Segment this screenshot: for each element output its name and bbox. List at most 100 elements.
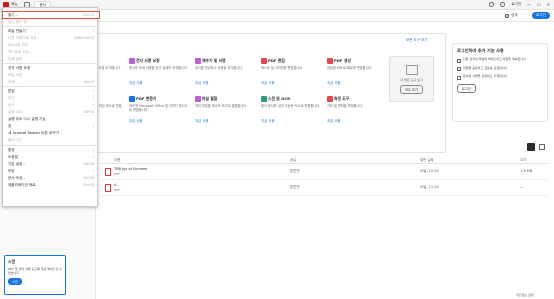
convert-pdf-icon bbox=[129, 96, 135, 102]
menu-item-label: 실행 취소 다시 실행 기능 bbox=[8, 116, 46, 121]
benefit-item: 파일을 공유하고 검토를 요청합니다. bbox=[457, 65, 543, 71]
notifications-icon[interactable] bbox=[500, 2, 506, 7]
tool-use-link[interactable]: 지금 사용 bbox=[195, 118, 255, 123]
menu-item-label: 창 bbox=[8, 123, 12, 128]
menu-item-edit[interactable]: 편집 › bbox=[3, 88, 99, 94]
signin-button[interactable]: 로그인 bbox=[532, 12, 550, 19]
menu-item-exit[interactable]: 애플리케이션 종료 Ctrl+Q bbox=[3, 182, 99, 188]
scan-card-button[interactable]: 스캔 bbox=[8, 278, 22, 285]
menu-item-environment[interactable]: 환경 › bbox=[3, 147, 99, 153]
menu-item-save-word[interactable]: Word로 저장 bbox=[3, 42, 99, 48]
help-icon[interactable] bbox=[489, 2, 495, 7]
tool-card[interactable]: 파일 결합 여러 파일을 하나의 PDF로 결합합니다. 지금 사용 bbox=[195, 96, 255, 136]
menu-item-label: 보호 bbox=[8, 168, 15, 173]
menu-item-print-prep[interactable]: 인쇄 준비 bbox=[3, 56, 99, 62]
menu-item-label: 문서 속성... bbox=[8, 175, 26, 180]
close-button[interactable]: ✕ bbox=[547, 2, 550, 7]
menu-item-plugins[interactable]: 플러그인 bbox=[3, 137, 99, 143]
tool-use-link[interactable]: 지금 사용 bbox=[261, 118, 321, 123]
request-signature-icon bbox=[129, 58, 135, 64]
menu-item-open[interactable]: 열기... Ctrl+O bbox=[2, 11, 100, 19]
menu-item-save-as[interactable]: 다른 이름으로 저장... Shift+Ctrl+S bbox=[3, 35, 99, 41]
tool-name: 전자 서명 요청 bbox=[136, 58, 160, 63]
menu-item-label: 전자 서명 요청 bbox=[8, 65, 31, 70]
file-name: A bbox=[114, 183, 117, 187]
menu-item-label: 새 Acrobat Reader 버튼 바꾸기 bbox=[8, 130, 59, 135]
list-view-icon[interactable] bbox=[527, 143, 535, 151]
menu-item-new-reader[interactable]: 새 Acrobat Reader 버튼 바꾸기 bbox=[3, 130, 99, 136]
menu-item-save-text[interactable]: 텍스트로 저장... bbox=[3, 49, 99, 55]
tool-use-link[interactable]: 지금 사용 bbox=[129, 80, 189, 85]
menu-item-protection[interactable]: 보호 › bbox=[3, 168, 99, 174]
column-header-name[interactable]: 이름 bbox=[114, 157, 120, 162]
menu-item-label: 파일 만들기 bbox=[8, 28, 26, 33]
scan-promo-card: 스캔 PDF 및 전자 서명 도구에 무료 액세스할 수 있습니다. 스캔 bbox=[4, 255, 66, 295]
menu-item-help[interactable]: 도움말 › bbox=[3, 154, 99, 160]
chevron-right-icon: › bbox=[92, 29, 94, 33]
menu-item-undo-redo[interactable]: 실행 취소 다시 실행 기능 bbox=[3, 116, 99, 122]
menu-item-protect[interactable]: 파일 보호 bbox=[3, 72, 99, 78]
column-header-opened[interactable]: 열린 날짜 bbox=[420, 157, 434, 162]
recommended-tools-panel: 권장 도구 모든 도구 보기 주석 추가 메모, 강조 표시 및 기타 주석을 … bbox=[58, 33, 446, 153]
promo-button[interactable]: 모두 보기 bbox=[400, 84, 423, 94]
tool-name: 파일 결합 bbox=[202, 96, 218, 101]
app-dropdown-menu: 열기... Ctrl+O 다시 열기 탭 파일 만들기 › 다른 이름으로 저장… bbox=[2, 7, 100, 207]
menu-item-undo[interactable]: 실행 취소 Ctrl+Z bbox=[3, 109, 99, 115]
table-row[interactable]: A PDF 본인만 오늘, 11:24 — bbox=[100, 181, 548, 196]
file-sharing: 본인만 bbox=[290, 169, 300, 173]
column-header-size[interactable]: 크기 bbox=[520, 157, 526, 162]
menu-item-properties[interactable]: 문서 속성... Ctrl+D bbox=[3, 175, 99, 181]
minimize-button[interactable]: — bbox=[527, 2, 531, 7]
tool-use-link[interactable]: 지금 사용 bbox=[261, 80, 321, 85]
menu-item-label: 환경 bbox=[8, 147, 15, 152]
tool-use-link[interactable]: 지금 사용 bbox=[327, 118, 387, 123]
menu-item-label: 열기... bbox=[8, 12, 19, 17]
menu-item-label: 인쇄... bbox=[8, 79, 19, 84]
privacy-settings-link[interactable]: 개인정보 설정 bbox=[516, 293, 534, 297]
menu-item-label: 플러그인 bbox=[8, 137, 22, 142]
promo-text: 더 많은 도구 보기 bbox=[400, 77, 423, 82]
tool-desc: PDF를 Microsoft Office 및 이미지 형식으로 변환합니다. bbox=[129, 104, 188, 113]
chevron-right-icon: › bbox=[92, 96, 94, 100]
menu-item-create[interactable]: 파일 만들기 › bbox=[3, 28, 99, 34]
tool-card[interactable]: PDF 생성 파일을 PDF로 빠르게 변환합니다. 지금 사용 bbox=[327, 58, 387, 98]
signature-icon bbox=[457, 75, 461, 80]
menu-item-preferences[interactable]: 기본 설정... Ctrl+K bbox=[3, 161, 99, 167]
menu-item-document[interactable]: 문서 › bbox=[3, 102, 99, 108]
benefit-text: 파일을 공유하고 검토를 요청합니다. bbox=[463, 65, 509, 70]
pdf-file-icon bbox=[105, 168, 111, 176]
menu-item-print[interactable]: 인쇄... Ctrl+P bbox=[3, 79, 99, 85]
file-opened-date: 오늘, 10:20 bbox=[420, 169, 439, 173]
pdf-file-icon bbox=[105, 184, 111, 192]
tool-use-link[interactable]: 지금 사용 bbox=[327, 80, 387, 85]
table-row[interactable]: TRB Joy of Summer PDF 본인만 오늘, 10:20 1.6 … bbox=[100, 165, 548, 180]
menu-divider bbox=[3, 26, 99, 27]
search-button[interactable]: 검색 bbox=[505, 13, 518, 18]
tool-card[interactable]: 채우기 및 서명 양식을 작성하고 서명을 추가합니다. 지금 사용 bbox=[195, 58, 255, 98]
tool-use-link[interactable]: 지금 사용 bbox=[129, 118, 189, 123]
menu-item-reopen[interactable]: 다시 열기 탭 bbox=[3, 19, 99, 25]
tool-card[interactable]: 스캔 및 OCR 종이 문서를 검색 가능한 PDF로 변환합니다. 지금 사용 bbox=[261, 96, 321, 136]
menu-item-window[interactable]: 창 › bbox=[3, 123, 99, 129]
tool-card[interactable]: 전자 서명 요청 문서를 보내 서명을 받고 상태를 추적합니다. 지금 사용 bbox=[129, 58, 189, 98]
tool-name: 채우기 및 서명 bbox=[202, 58, 226, 63]
menu-shortcut: Shift+Ctrl+S bbox=[73, 36, 94, 40]
tool-desc: 여러 파일을 하나의 PDF로 결합합니다. bbox=[195, 104, 248, 108]
menu-shortcut: Ctrl+K bbox=[83, 162, 94, 166]
tool-desc: 문서를 보내 서명을 받고 상태를 추적합니다. bbox=[129, 66, 188, 70]
column-header-sharing[interactable]: 공유 bbox=[290, 157, 296, 162]
menu-item-label: 파일 보호 bbox=[8, 72, 23, 77]
chevron-right-icon: › bbox=[92, 103, 94, 107]
tool-card[interactable]: PDF 변환기 PDF를 Microsoft Office 및 이미지 형식으로… bbox=[129, 96, 189, 136]
tool-card[interactable]: PDF 편집 텍스트 및 이미지를 편집합니다. 지금 사용 bbox=[261, 58, 321, 98]
titlebar-signin[interactable]: 로그인 bbox=[511, 2, 521, 7]
menu-item-request-signature[interactable]: 전자 서명 요청 bbox=[3, 65, 99, 71]
tool-card[interactable]: 측정 도구 거리 및 면적을 측정합니다. 지금 사용 bbox=[327, 96, 387, 136]
signin-panel-button[interactable]: 로그인 bbox=[457, 83, 476, 93]
menu-shortcut: Ctrl+Z bbox=[83, 110, 94, 114]
maximize-button[interactable]: ☐ bbox=[537, 2, 541, 7]
tool-use-link[interactable]: 지금 사용 bbox=[195, 80, 255, 85]
grid-view-icon[interactable] bbox=[539, 144, 545, 150]
see-all-tools-link[interactable]: 모든 도구 보기 bbox=[406, 38, 428, 43]
menu-item-view[interactable]: 보기 › bbox=[3, 95, 99, 101]
